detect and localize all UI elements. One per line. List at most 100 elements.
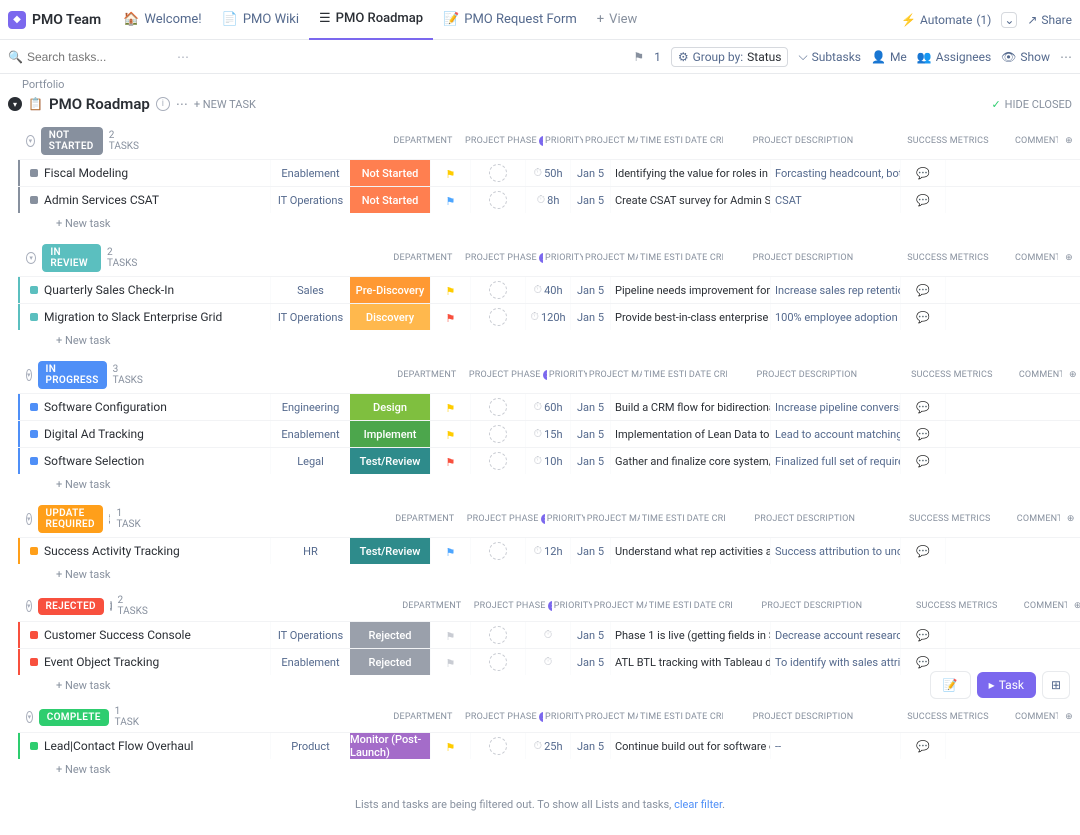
manager-cell[interactable] xyxy=(470,304,525,330)
task-row[interactable]: Customer Success Console IT Operations R… xyxy=(18,621,1080,648)
priority-cell[interactable]: ⚑ xyxy=(430,448,470,474)
description-cell[interactable]: Understand what rep activities are leadi… xyxy=(610,538,770,564)
status-dot-icon[interactable] xyxy=(30,457,38,465)
status-chip[interactable]: IN PROGRESS xyxy=(38,361,107,389)
metrics-cell[interactable]: To identify with sales attribution varia… xyxy=(770,649,900,675)
task-row[interactable]: Digital Ad Tracking Enablement Implement… xyxy=(18,420,1080,447)
manager-cell[interactable] xyxy=(470,538,525,564)
task-row[interactable]: Success Activity Tracking HR Test/Review… xyxy=(18,537,1080,564)
avatar-placeholder-icon[interactable] xyxy=(489,542,507,560)
department-cell[interactable]: Engineering xyxy=(270,394,350,420)
avatar-placeholder-icon[interactable] xyxy=(489,398,507,416)
manager-cell[interactable] xyxy=(470,421,525,447)
status-dot-icon[interactable] xyxy=(30,658,38,666)
group-collapse-toggle[interactable]: ▾ xyxy=(26,252,36,264)
hide-closed-toggle[interactable]: ✓ HIDE CLOSED xyxy=(991,98,1072,111)
add-task-link[interactable]: + New task xyxy=(18,564,1080,589)
estimate-cell[interactable]: ⏱ xyxy=(525,649,570,675)
row-add-cell[interactable] xyxy=(945,448,967,474)
add-task-link[interactable]: + New task xyxy=(18,213,1080,238)
share-button[interactable]: ↗ Share xyxy=(1027,13,1072,27)
status-info-icon[interactable]: i xyxy=(110,601,112,611)
priority-flag-icon[interactable]: ⚑ xyxy=(446,312,456,322)
estimate-cell[interactable]: ⏱12h xyxy=(525,538,570,564)
row-add-cell[interactable] xyxy=(945,187,967,213)
add-column-icon[interactable]: ⊕ xyxy=(1065,136,1073,146)
task-row[interactable]: Lead|Contact Flow Overhaul Product Monit… xyxy=(18,732,1080,759)
priority-flag-icon[interactable]: ⚑ xyxy=(446,630,456,640)
phase-cell[interactable]: Design xyxy=(350,394,430,420)
comments-cell[interactable]: 💬 xyxy=(900,733,945,759)
estimate-cell[interactable]: ⏱8h xyxy=(525,187,570,213)
task-name-cell[interactable]: Digital Ad Tracking xyxy=(20,421,270,447)
add-column-icon[interactable]: ⊕ xyxy=(1069,370,1077,380)
department-cell[interactable]: HR xyxy=(270,538,350,564)
phase-cell[interactable]: Test/Review xyxy=(350,538,430,564)
status-chip[interactable]: COMPLETE xyxy=(39,709,109,726)
metrics-cell[interactable]: Increase sales rep retention rates QoQ a… xyxy=(770,277,900,303)
metrics-cell[interactable]: Success attribution to understand custom… xyxy=(770,538,900,564)
phase-cell[interactable]: Monitor (Post-Launch) xyxy=(350,733,430,759)
status-dot-icon[interactable] xyxy=(30,286,38,294)
metrics-cell[interactable]: Forcasting headcount, bottom line, CAC, … xyxy=(770,160,900,186)
status-dot-icon[interactable] xyxy=(30,313,38,321)
estimate-cell[interactable]: ⏱50h xyxy=(525,160,570,186)
group-collapse-toggle[interactable]: ▾ xyxy=(26,600,32,612)
task-row[interactable]: Quarterly Sales Check-In Sales Pre-Disco… xyxy=(18,276,1080,303)
row-add-cell[interactable] xyxy=(945,304,967,330)
department-cell[interactable]: Sales xyxy=(270,277,350,303)
group-by-selector[interactable]: ⚙ Group by: Status xyxy=(671,47,789,67)
tab-pmo-roadmap[interactable]: ☰ PMO Roadmap xyxy=(309,0,433,40)
phase-cell[interactable]: Discovery xyxy=(350,304,430,330)
description-cell[interactable]: Identifying the value for roles in each … xyxy=(610,160,770,186)
assignees-filter[interactable]: 👥 Assignees xyxy=(917,50,991,64)
metrics-cell[interactable]: -- xyxy=(770,733,900,759)
phase-cell[interactable]: Rejected xyxy=(350,649,430,675)
comments-cell[interactable]: 💬 xyxy=(900,187,945,213)
description-cell[interactable]: Pipeline needs improvement for MoM and Q… xyxy=(610,277,770,303)
avatar-placeholder-icon[interactable] xyxy=(489,626,507,644)
group-collapse-toggle[interactable]: ▾ xyxy=(26,711,33,723)
task-name-cell[interactable]: Migration to Slack Enterprise Grid xyxy=(20,304,270,330)
filter-flag-icon[interactable]: ⚑ xyxy=(633,50,644,64)
task-row[interactable]: Migration to Slack Enterprise Grid IT Op… xyxy=(18,303,1080,330)
row-add-cell[interactable] xyxy=(945,538,967,564)
description-cell[interactable]: Phase 1 is live (getting fields in Softw… xyxy=(610,622,770,648)
phase-cell[interactable]: Not Started xyxy=(350,187,430,213)
breadcrumb[interactable]: Portfolio xyxy=(0,74,1080,91)
estimate-cell[interactable]: ⏱60h xyxy=(525,394,570,420)
new-task-fab[interactable]: ▸Task xyxy=(977,672,1036,698)
group-collapse-toggle[interactable]: ▾ xyxy=(26,135,35,147)
estimate-cell[interactable]: ⏱10h xyxy=(525,448,570,474)
estimate-cell[interactable]: ⏱15h xyxy=(525,421,570,447)
phase-cell[interactable]: Not Started xyxy=(350,160,430,186)
clear-filter-link[interactable]: clear filter xyxy=(674,798,722,811)
phase-cell[interactable]: Pre-Discovery xyxy=(350,277,430,303)
priority-flag-icon[interactable]: ⚑ xyxy=(446,195,456,205)
search-more-icon[interactable]: ⋯ xyxy=(177,50,189,64)
status-chip[interactable]: IN REVIEW xyxy=(42,244,101,272)
manager-cell[interactable] xyxy=(470,622,525,648)
status-info-icon[interactable]: i xyxy=(109,514,111,524)
add-task-link[interactable]: + New task xyxy=(18,675,1080,700)
apps-fab[interactable]: ⊞ xyxy=(1042,671,1070,699)
description-cell[interactable]: Gather and finalize core system/tool req… xyxy=(610,448,770,474)
estimate-cell[interactable]: ⏱40h xyxy=(525,277,570,303)
manager-cell[interactable] xyxy=(470,277,525,303)
priority-flag-icon[interactable]: ⚑ xyxy=(446,741,456,751)
department-cell[interactable]: IT Operations xyxy=(270,187,350,213)
priority-flag-icon[interactable]: ⚑ xyxy=(446,402,456,412)
status-dot-icon[interactable] xyxy=(30,742,38,750)
status-chip[interactable]: UPDATE REQUIRED xyxy=(38,505,103,533)
department-cell[interactable]: Enablement xyxy=(270,421,350,447)
department-cell[interactable]: Product xyxy=(270,733,350,759)
status-chip[interactable]: REJECTED xyxy=(38,598,104,615)
phase-cell[interactable]: Rejected xyxy=(350,622,430,648)
description-cell[interactable]: Continue build out for software of the l… xyxy=(610,733,770,759)
manager-cell[interactable] xyxy=(470,394,525,420)
task-row[interactable]: Software Selection Legal Test/Review ⚑ ⏱… xyxy=(18,447,1080,474)
task-name-cell[interactable]: Software Selection xyxy=(20,448,270,474)
avatar-placeholder-icon[interactable] xyxy=(489,281,507,299)
estimate-cell[interactable]: ⏱120h xyxy=(525,304,570,330)
avatar-placeholder-icon[interactable] xyxy=(489,308,507,326)
